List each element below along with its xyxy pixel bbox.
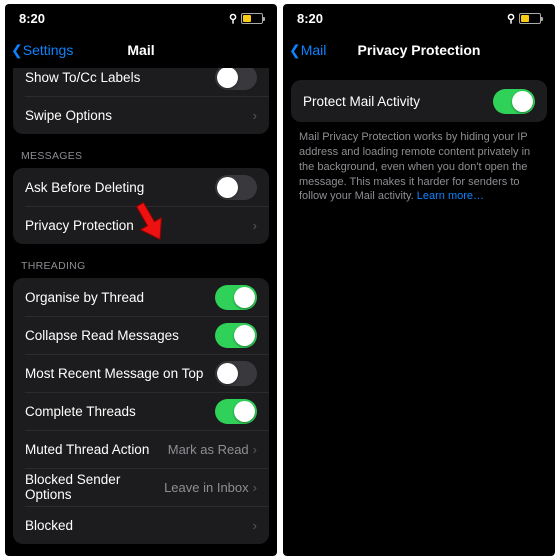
status-time: 8:20: [297, 11, 323, 26]
row-muted-thread-action[interactable]: Muted Thread Action Mark as Read ›: [13, 430, 269, 468]
page-title: Mail: [5, 42, 277, 58]
section-header-messages: Messages: [5, 134, 277, 168]
row-collapse-read[interactable]: Collapse Read Messages: [13, 316, 269, 354]
row-most-recent-top[interactable]: Most Recent Message on Top: [13, 354, 269, 392]
row-label: Collapse Read Messages: [25, 328, 215, 343]
learn-more-link[interactable]: Learn more…: [417, 190, 484, 202]
row-organise-by-thread[interactable]: Organise by Thread: [13, 278, 269, 316]
chevron-right-icon: ›: [253, 218, 257, 233]
status-bar: 8:20 ⚲: [5, 4, 277, 32]
row-value: Leave in Inbox: [164, 480, 249, 495]
row-label: Most Recent Message on Top: [25, 366, 215, 381]
row-label: Protect Mail Activity: [303, 94, 493, 109]
toggle-organise-by-thread[interactable]: [215, 285, 257, 310]
phone-right: 8:20 ⚲ ❮ Mail Privacy Protection Protect…: [283, 4, 555, 556]
row-label: Muted Thread Action: [25, 442, 168, 457]
chevron-right-icon: ›: [253, 108, 257, 123]
row-label: Privacy Protection: [25, 218, 253, 233]
status-right: ⚲: [229, 12, 263, 25]
section-header-composing: Composing: [5, 544, 277, 556]
row-blocked-sender-options[interactable]: Blocked Sender Options Leave in Inbox ›: [13, 468, 269, 506]
chevron-right-icon: ›: [253, 442, 257, 457]
nav-bar: ❮ Mail Privacy Protection: [283, 32, 555, 68]
wifi-icon: ⚲: [229, 12, 237, 25]
group-threading: Organise by Thread Collapse Read Message…: [13, 278, 269, 544]
wifi-icon: ⚲: [507, 12, 515, 25]
row-blocked[interactable]: Blocked ›: [13, 506, 269, 544]
battery-icon: [241, 13, 263, 24]
row-label: Blocked Sender Options: [25, 472, 164, 502]
row-complete-threads[interactable]: Complete Threads: [13, 392, 269, 430]
page-title: Privacy Protection: [283, 42, 555, 58]
status-time: 8:20: [19, 11, 45, 26]
toggle-ask-before-deleting[interactable]: [215, 175, 257, 200]
nav-bar: ❮ Settings Mail: [5, 32, 277, 68]
row-ask-before-deleting[interactable]: Ask Before Deleting: [13, 168, 269, 206]
row-show-tocc[interactable]: Show To/Cc Labels: [13, 68, 269, 96]
row-label: Swipe Options: [25, 108, 253, 123]
row-privacy-protection[interactable]: Privacy Protection ›: [13, 206, 269, 244]
scroll-content[interactable]: Protect Mail Activity Mail Privacy Prote…: [283, 68, 555, 556]
phone-left: 8:20 ⚲ ❮ Settings Mail Show To/Cc Labels…: [5, 4, 277, 556]
row-label: Ask Before Deleting: [25, 180, 215, 195]
group-messages: Ask Before Deleting Privacy Protection ›: [13, 168, 269, 244]
row-swipe-options[interactable]: Swipe Options ›: [13, 96, 269, 134]
status-bar: 8:20 ⚲: [283, 4, 555, 32]
row-label: Organise by Thread: [25, 290, 215, 305]
section-header-threading: Threading: [5, 244, 277, 278]
row-label: Complete Threads: [25, 404, 215, 419]
row-value: Mark as Read: [168, 442, 249, 457]
group-top: Show To/Cc Labels Swipe Options ›: [13, 68, 269, 134]
row-label: Blocked: [25, 518, 253, 533]
footer-text: Mail Privacy Protection works by hiding …: [299, 131, 530, 202]
toggle-complete-threads[interactable]: [215, 399, 257, 424]
scroll-content[interactable]: Show To/Cc Labels Swipe Options › Messag…: [5, 68, 277, 556]
chevron-right-icon: ›: [253, 518, 257, 533]
battery-icon: [519, 13, 541, 24]
toggle-collapse-read[interactable]: [215, 323, 257, 348]
chevron-right-icon: ›: [253, 480, 257, 495]
row-protect-mail-activity[interactable]: Protect Mail Activity: [291, 80, 547, 122]
status-right: ⚲: [507, 12, 541, 25]
row-label: Show To/Cc Labels: [25, 70, 215, 85]
footer-description: Mail Privacy Protection works by hiding …: [283, 122, 555, 204]
group-privacy: Protect Mail Activity: [291, 80, 547, 122]
toggle-show-tocc[interactable]: [215, 68, 257, 90]
toggle-protect-mail-activity[interactable]: [493, 89, 535, 114]
toggle-most-recent-top[interactable]: [215, 361, 257, 386]
